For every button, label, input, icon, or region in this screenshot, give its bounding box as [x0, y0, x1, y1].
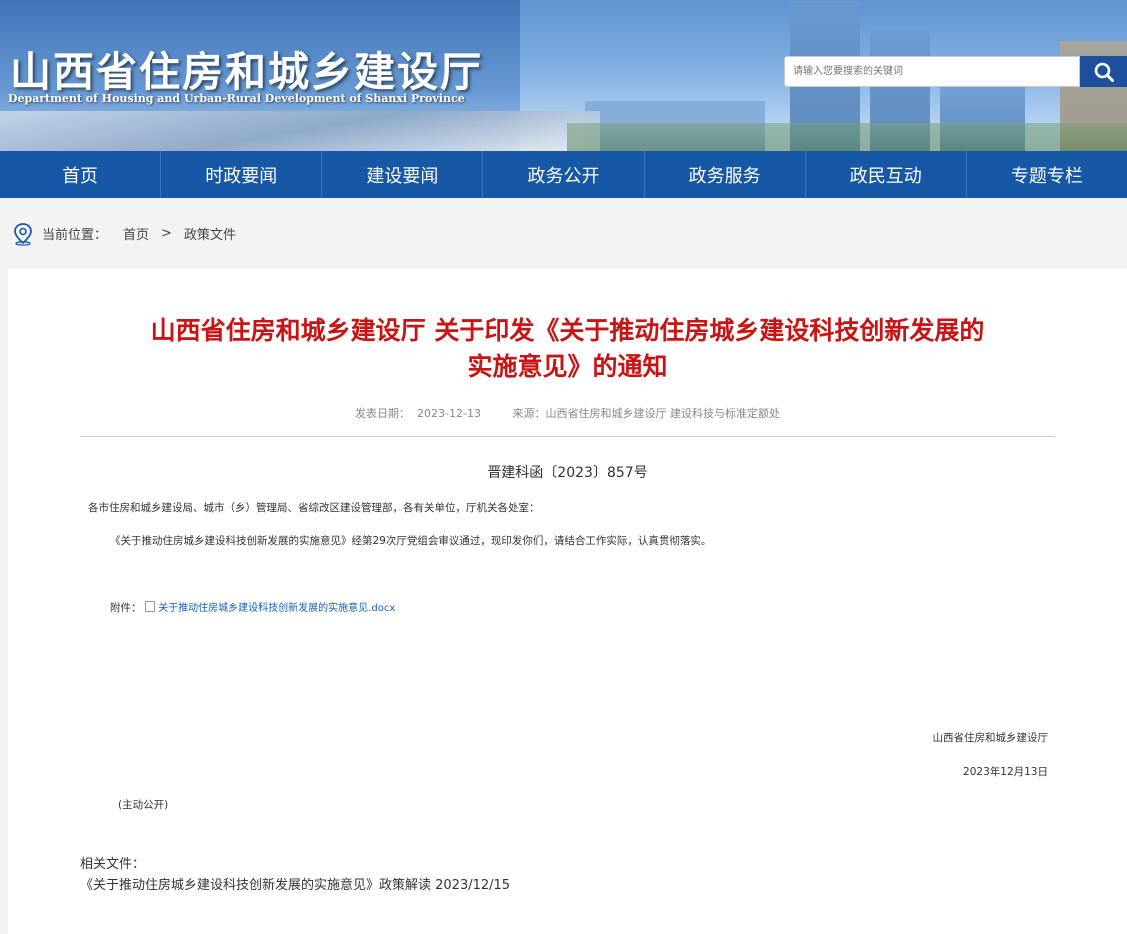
nav-item-government-services[interactable]: 政务服务: [645, 151, 806, 198]
publish-date-label: 发表日期：: [355, 407, 411, 420]
breadcrumb: 当前位置： 首页 > 政策文件: [0, 198, 1127, 269]
body-paragraph: 《关于推动住房城乡建设科技创新发展的实施意见》经第29次厅党组会审议通过，现印发…: [110, 535, 712, 547]
attachment-link[interactable]: 关于推动住房城乡建设科技创新发展的实施意见.docx: [158, 603, 395, 614]
location-pin-icon: [14, 222, 32, 246]
article-panel: 山西省住房和城乡建设厅 关于印发《关于推动住房城乡建设科技创新发展的 实施意见》…: [8, 269, 1127, 934]
article-title-line: 实施意见》的通知: [467, 352, 668, 381]
source-label: 来源：: [512, 407, 546, 420]
site-title[interactable]: 山西省住房和城乡建设厅: [10, 38, 483, 98]
publish-date: 发表日期： 2023-12-13: [355, 407, 481, 420]
article-title-line: 山西省住房和城乡建设厅 关于印发《关于推动住房城乡建设科技创新发展的: [150, 316, 985, 345]
site-subtitle: Department of Housing and Urban-Rural De…: [8, 92, 465, 105]
addressee: 各市住房和城乡建设局、城市（乡）管理局、省综改区建设管理部，各有关单位，厅机关各…: [88, 502, 540, 514]
attachment-label: 附件：: [110, 602, 142, 614]
search-icon: [1094, 62, 1114, 82]
banner-road: [0, 111, 600, 151]
search-input[interactable]: [785, 57, 1079, 86]
nav-item-political-news[interactable]: 时政要闻: [161, 151, 323, 198]
nav-item-public-interaction[interactable]: 政民互动: [806, 151, 967, 198]
file-icon: [144, 601, 155, 612]
attachment: 附件： 关于推动住房城乡建设科技创新发展的实施意见.docx: [110, 599, 395, 615]
breadcrumb-separator: >: [161, 226, 172, 241]
related-file-link[interactable]: 《关于推动住房城乡建设科技创新发展的实施意见》政策解读 2023/12/15: [80, 878, 510, 893]
header-banner: 山西省住房和城乡建设厅 Department of Housing and Ur…: [0, 0, 1127, 151]
article-source: 来源：山西省住房和城乡建设厅 建设科技与标准定额处: [512, 407, 780, 420]
search-box: [784, 56, 1080, 87]
publish-date-value: 2023-12-13: [417, 407, 481, 420]
signature-date: 2023年12月13日: [963, 766, 1048, 778]
main-nav: 首页 时政要闻 建设要闻 政务公开 政务服务 政民互动 专题专栏: [0, 151, 1127, 198]
document-number: 晋建科函〔2023〕857号: [487, 465, 648, 481]
nav-item-construction-news[interactable]: 建设要闻: [322, 151, 484, 198]
breadcrumb-label: 当前位置：: [42, 228, 108, 243]
related-file-item: 《关于推动住房城乡建设科技创新发展的实施意见》政策解读 2023/12/15: [80, 874, 510, 893]
search-button[interactable]: [1080, 56, 1127, 87]
breadcrumb-current-link[interactable]: 政策文件: [184, 224, 236, 243]
disclosure-note: (主动公开): [118, 799, 169, 811]
title-divider: [80, 436, 1055, 437]
article-title: 山西省住房和城乡建设厅 关于印发《关于推动住房城乡建设科技创新发展的 实施意见》…: [8, 313, 1127, 385]
breadcrumb-home-link[interactable]: 首页: [123, 224, 149, 243]
article-meta: 发表日期： 2023-12-13 来源：山西省住房和城乡建设厅 建设科技与标准定…: [8, 405, 1127, 421]
nav-item-government-affairs[interactable]: 政务公开: [483, 151, 645, 198]
nav-item-home[interactable]: 首页: [0, 151, 162, 198]
related-files-label: 相关文件：: [80, 857, 146, 872]
signature-organization: 山西省住房和城乡建设厅: [932, 732, 1049, 744]
source-value: 山西省住房和城乡建设厅 建设科技与标准定额处: [545, 407, 780, 420]
nav-item-special-topics[interactable]: 专题专栏: [967, 151, 1127, 198]
banner-trees: [567, 123, 1127, 151]
